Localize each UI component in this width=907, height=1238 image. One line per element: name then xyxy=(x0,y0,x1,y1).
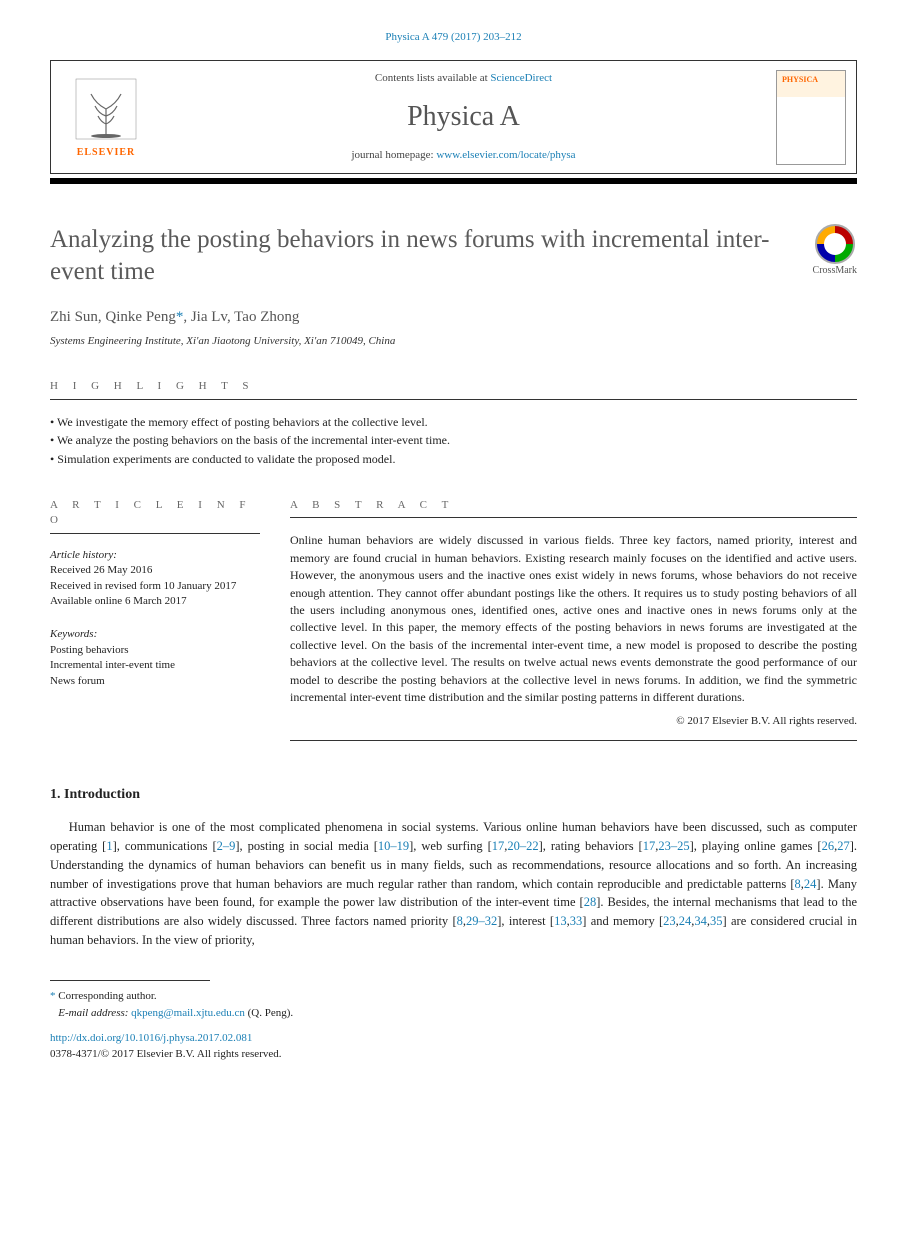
crossmark-label: CrossMark xyxy=(813,264,857,278)
citation-link[interactable]: 27 xyxy=(837,839,850,853)
body-text: ], web surfing [ xyxy=(409,839,492,853)
body-text: ], communications [ xyxy=(113,839,217,853)
authors-tail: , Jia Lv, Tao Zhong xyxy=(183,309,299,325)
affiliation: Systems Engineering Institute, Xi'an Jia… xyxy=(50,334,857,349)
citation-link[interactable]: 10–19 xyxy=(378,839,409,853)
keyword: News forum xyxy=(50,674,260,689)
history-line: Received 26 May 2016 xyxy=(50,563,260,578)
journal-name: Physica A xyxy=(407,97,520,136)
journal-reference: Physica A 479 (2017) 203–212 xyxy=(50,30,857,45)
history-label: Article history: xyxy=(50,548,260,563)
citation-link[interactable]: 13 xyxy=(554,914,567,928)
article-info-column: a r t i c l e i n f o Article history: R… xyxy=(50,498,260,755)
abstract-rule xyxy=(290,517,857,518)
body-text: ] and memory [ xyxy=(582,914,663,928)
highlights-list: We investigate the memory effect of post… xyxy=(50,414,857,468)
info-abstract-row: a r t i c l e i n f o Article history: R… xyxy=(50,498,857,755)
body-text: ], posting in social media [ xyxy=(235,839,378,853)
journal-homepage-link[interactable]: www.elsevier.com/locate/physa xyxy=(436,149,575,161)
introduction-heading: 1. Introduction xyxy=(50,785,857,805)
citation-link[interactable]: 26 xyxy=(822,839,835,853)
email-suffix: (Q. Peng). xyxy=(248,1007,294,1019)
crossmark-icon xyxy=(815,224,855,264)
journal-cover-thumbnail xyxy=(776,70,846,165)
citation-link[interactable]: 33 xyxy=(570,914,583,928)
abstract-bottom-rule xyxy=(290,740,857,741)
abstract-copyright: © 2017 Elsevier B.V. All rights reserved… xyxy=(290,714,857,729)
highlight-item: We analyze the posting behaviors on the … xyxy=(50,432,857,449)
abstract-column: a b s t r a c t Online human behaviors a… xyxy=(290,498,857,755)
citation-link[interactable]: 23 xyxy=(663,914,676,928)
highlights-rule xyxy=(50,399,857,400)
footnote-separator xyxy=(50,980,210,981)
article-info-label: a r t i c l e i n f o xyxy=(50,498,260,529)
cover-cell xyxy=(766,61,856,173)
publisher-logo-cell: ELSEVIER xyxy=(51,61,161,173)
highlights-label: h i g h l i g h t s xyxy=(50,379,857,394)
crossmark-badge[interactable]: CrossMark xyxy=(813,224,857,278)
citation-link[interactable]: 24 xyxy=(679,914,692,928)
body-text: ], interest [ xyxy=(497,914,554,928)
authors-names: Zhi Sun, Qinke Peng xyxy=(50,309,176,325)
corr-label: Corresponding author. xyxy=(58,990,156,1002)
citation-link[interactable]: 29–32 xyxy=(466,914,497,928)
citation-link[interactable]: 24 xyxy=(804,877,817,891)
header-center: Contents lists available at ScienceDirec… xyxy=(161,61,766,173)
highlight-item: Simulation experiments are conducted to … xyxy=(50,451,857,468)
keyword: Posting behaviors xyxy=(50,643,260,658)
homepage-line: journal homepage: www.elsevier.com/locat… xyxy=(351,148,575,163)
keyword: Incremental inter-event time xyxy=(50,658,260,673)
citation-link[interactable]: 35 xyxy=(710,914,723,928)
sciencedirect-link[interactable]: ScienceDirect xyxy=(490,72,552,84)
history-line: Available online 6 March 2017 xyxy=(50,594,260,609)
publisher-name: ELSEVIER xyxy=(77,146,136,160)
contents-available-line: Contents lists available at ScienceDirec… xyxy=(375,71,552,86)
homepage-prefix: journal homepage: xyxy=(351,149,436,161)
citation-link[interactable]: 34 xyxy=(694,914,707,928)
citation-link[interactable]: 28 xyxy=(584,895,597,909)
doi-link[interactable]: http://dx.doi.org/10.1016/j.physa.2017.0… xyxy=(50,1031,857,1046)
header-separator-bar xyxy=(50,178,857,184)
title-row: Analyzing the posting behaviors in news … xyxy=(50,224,857,287)
journal-header: ELSEVIER Contents lists available at Sci… xyxy=(50,60,857,174)
citation-link[interactable]: 20–22 xyxy=(507,839,538,853)
elsevier-tree-icon xyxy=(71,74,141,144)
corresponding-email-link[interactable]: qkpeng@mail.xjtu.edu.cn xyxy=(131,1007,245,1019)
issn-copyright: 0378-4371/© 2017 Elsevier B.V. All right… xyxy=(50,1047,857,1062)
abstract-label: a b s t r a c t xyxy=(290,498,857,513)
corresponding-author-footnote: * Corresponding author. xyxy=(50,989,857,1004)
introduction-paragraph: Human behavior is one of the most compli… xyxy=(50,818,857,949)
history-line: Received in revised form 10 January 2017 xyxy=(50,579,260,594)
corr-star: * xyxy=(50,990,56,1002)
article-history-block: Article history: Received 26 May 2016 Re… xyxy=(50,548,260,610)
authors-line: Zhi Sun, Qinke Peng*, Jia Lv, Tao Zhong xyxy=(50,307,857,328)
email-label: E-mail address: xyxy=(58,1007,128,1019)
keywords-block: Keywords: Posting behaviors Incremental … xyxy=(50,627,260,689)
body-text: ], rating behaviors [ xyxy=(539,839,643,853)
contents-prefix: Contents lists available at xyxy=(375,72,490,84)
abstract-text: Online human behaviors are widely discus… xyxy=(290,532,857,706)
citation-link[interactable]: 17 xyxy=(643,839,656,853)
citation-link[interactable]: 17 xyxy=(492,839,505,853)
article-title: Analyzing the posting behaviors in news … xyxy=(50,224,783,287)
info-rule xyxy=(50,533,260,534)
citation-link[interactable]: 2–9 xyxy=(217,839,236,853)
citation-link[interactable]: 23–25 xyxy=(658,839,689,853)
keywords-label: Keywords: xyxy=(50,627,260,642)
email-footnote: E-mail address: qkpeng@mail.xjtu.edu.cn … xyxy=(50,1006,857,1021)
body-text: ], playing online games [ xyxy=(690,839,822,853)
highlight-item: We investigate the memory effect of post… xyxy=(50,414,857,431)
